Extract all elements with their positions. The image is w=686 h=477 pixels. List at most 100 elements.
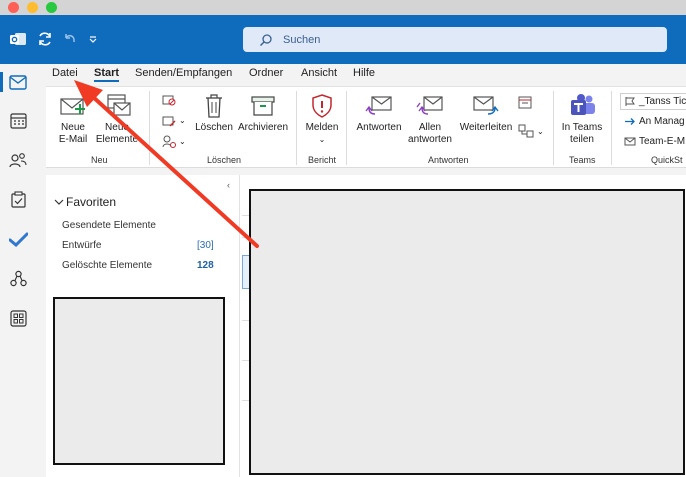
archive-button[interactable]: Archivieren — [236, 93, 290, 134]
undo-icon[interactable] — [60, 29, 80, 49]
tab-start[interactable]: Start — [94, 67, 120, 82]
chevron-down-icon: ⌄ — [318, 135, 326, 144]
minimize-window-button[interactable] — [27, 2, 38, 13]
chevron-down-icon: ⌄ — [179, 137, 186, 146]
menu-bar: Datei Start Senden/Empfangen Ordner Ansi… — [0, 64, 686, 86]
reply-all-button[interactable]: Allen antworten — [406, 93, 454, 146]
delete-button[interactable]: Löschen — [195, 93, 233, 134]
chevron-down-icon: ⌄ — [179, 116, 186, 125]
folder-entwuerfe[interactable]: Entwürfe — [62, 240, 101, 251]
new-items-icon — [107, 94, 131, 116]
group-label-teams: Teams — [569, 155, 596, 165]
new-items-label-2: Elemente — [95, 134, 139, 145]
ribbon-divider — [346, 91, 347, 165]
group-label-antworten: Antworten — [428, 155, 469, 165]
mail-icon[interactable] — [0, 72, 28, 92]
apps-icon[interactable] — [8, 308, 28, 328]
quickstep-label: Team-E-M — [639, 136, 686, 147]
tab-datei[interactable]: Datei — [52, 67, 78, 79]
chevron-down-icon — [54, 199, 64, 205]
report-label: Melden — [305, 122, 339, 133]
tasks-icon[interactable] — [8, 189, 28, 209]
ignore-button[interactable] — [162, 93, 176, 106]
new-mail-button[interactable]: Neue E-Mail — [56, 93, 90, 146]
archive-label: Archivieren — [237, 122, 289, 133]
close-window-button[interactable] — [8, 2, 19, 13]
org-icon[interactable] — [8, 268, 28, 288]
chevron-down-icon: ⌄ — [537, 126, 544, 136]
tab-senden-empfangen[interactable]: Senden/Empfangen — [135, 67, 232, 79]
ribbon: Neue E-Mail Neue Elemente Neu ⌄ ⌄ Lösche… — [46, 86, 686, 168]
new-items-label-1: Neue — [105, 122, 129, 133]
reply-all-label-1: Allen — [418, 122, 442, 133]
group-label-neu: Neu — [91, 155, 108, 165]
calendar-icon[interactable] — [8, 110, 28, 130]
flag-icon — [625, 97, 635, 106]
ribbon-divider — [611, 91, 612, 165]
teams-label-1: In Teams — [561, 122, 603, 133]
reply-button[interactable]: Antworten — [354, 93, 404, 134]
new-items-button[interactable]: Neue Elemente — [92, 93, 142, 146]
forward-button[interactable]: Weiterleiten — [456, 93, 516, 134]
app-header: Suchen — [0, 15, 686, 64]
quickstep-label: _Tanss Tick — [639, 96, 686, 107]
report-button[interactable]: Melden ⌄ — [302, 93, 342, 146]
redacted-message-area — [249, 189, 685, 475]
trash-icon — [206, 94, 222, 118]
window-titlebar — [0, 0, 686, 15]
ignore-icon — [162, 95, 176, 106]
cleanup-icon — [162, 116, 176, 127]
group-label-loeschen: Löschen — [207, 155, 242, 165]
more-respond-icon — [518, 124, 534, 138]
zoom-window-button[interactable] — [46, 2, 57, 13]
reply-all-icon — [416, 96, 443, 115]
customize-quick-access-icon[interactable] — [83, 29, 103, 49]
quickstep-item[interactable]: An Manag — [620, 113, 686, 130]
forward-icon — [473, 96, 499, 115]
tab-hilfe[interactable]: Hilfe — [353, 67, 375, 79]
share-to-teams-button[interactable]: In Teams teilen — [558, 93, 606, 146]
more-respond-button[interactable]: ⌄ — [518, 124, 544, 138]
quickstep-label: An Manag — [639, 116, 685, 127]
navigation-rail — [0, 64, 36, 477]
ribbon-divider — [553, 91, 554, 165]
search-icon — [260, 33, 272, 46]
calendar-reply-icon — [518, 96, 532, 109]
favorites-label: Favoriten — [66, 195, 117, 209]
tab-ansicht[interactable]: Ansicht — [301, 67, 337, 79]
sync-icon[interactable] — [35, 29, 55, 49]
envelope-icon — [624, 137, 636, 146]
tab-ordner[interactable]: Ordner — [249, 67, 283, 79]
collapse-pane-icon[interactable]: ‹ — [227, 180, 230, 190]
quickstep-item[interactable]: Team-E-M — [620, 133, 686, 150]
drafts-count: [30] — [197, 240, 214, 251]
meeting-reply-button[interactable] — [518, 95, 532, 109]
new-mail-label-1: Neue — [61, 122, 85, 133]
junk-button[interactable]: ⌄ — [162, 135, 186, 148]
arrow-right-icon — [625, 118, 635, 125]
folder-gesendete-elemente[interactable]: Gesendete Elemente — [62, 220, 156, 231]
delete-label: Löschen — [195, 122, 233, 133]
search-input[interactable]: Suchen — [243, 27, 667, 52]
folder-geloeschte-elemente[interactable]: Gelöschte Elemente — [62, 260, 152, 271]
people-icon[interactable] — [8, 150, 28, 170]
redacted-folder-list — [53, 297, 225, 465]
forward-label: Weiterleiten — [459, 122, 513, 133]
favorites-header[interactable]: Favoriten — [54, 195, 116, 209]
reply-icon — [365, 96, 392, 115]
folder-pane: ‹ Favoriten Gesendete Elemente Entwürfe … — [46, 175, 240, 477]
group-label-quicksteps: QuickSt — [651, 155, 683, 165]
quickstep-item[interactable]: _Tanss Tick — [620, 93, 686, 110]
ribbon-divider — [296, 91, 297, 165]
teams-icon — [571, 94, 595, 115]
archive-icon — [251, 96, 275, 116]
todo-icon[interactable] — [8, 229, 28, 249]
new-mail-label-2: E-Mail — [58, 134, 88, 145]
ribbon-divider — [149, 91, 150, 165]
new-mail-icon — [60, 98, 85, 115]
shield-icon — [312, 94, 332, 118]
junk-icon — [162, 135, 176, 148]
group-label-bericht: Bericht — [308, 155, 337, 165]
cleanup-button[interactable]: ⌄ — [162, 114, 186, 127]
teams-label-2: teilen — [570, 134, 594, 145]
